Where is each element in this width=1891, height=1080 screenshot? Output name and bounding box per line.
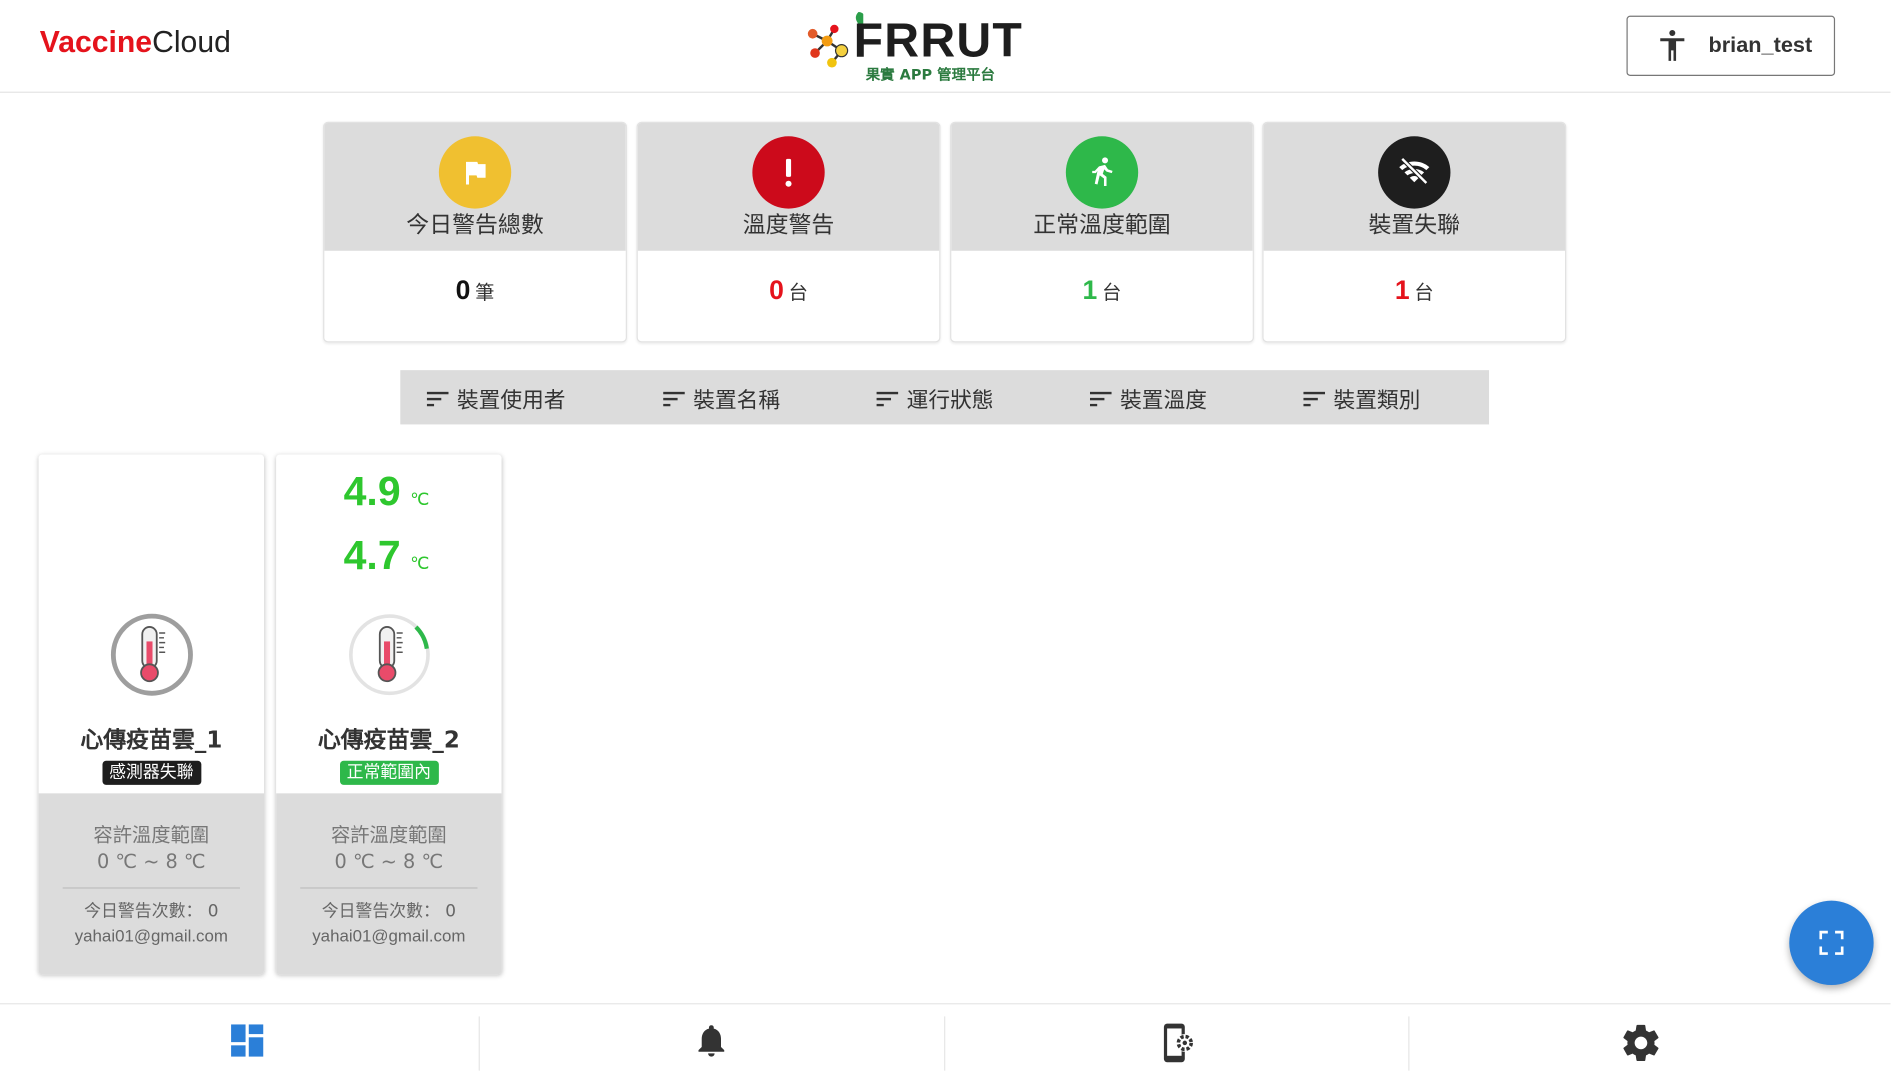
summary-number: 1 [1082,274,1098,306]
sort-icon [426,391,449,407]
sort-label: 裝置名稱 [693,388,781,414]
summary-title: 今日警告總數 [406,212,544,239]
summary-icon-circle [1378,136,1451,209]
frrut-logo: FRRUT 果實 APP 管理平台 [801,5,1023,87]
owner-email: yahai01@gmail.com [74,925,228,946]
user-name: brian_test [1708,32,1813,57]
gear-icon [1623,1024,1659,1062]
range-value: 0 ℃ ~ 8 ℃ [97,850,206,873]
device-name: 心傳疫苗雲_1 [80,727,223,754]
thermometer-icon [349,614,430,696]
summary-title: 裝置失聯 [1368,212,1461,239]
summary-unit: 台 [1102,280,1122,304]
summary-card-total-alerts[interactable]: 今日警告總數 0筆 [323,121,627,343]
range-value: 0 ℃ ~ 8 ℃ [334,850,444,873]
device-card[interactable]: 心傳疫苗雲_1 感測器失聯 容許溫度範圍 0 ℃ ~ 8 ℃ 今日警告次數： 0… [38,454,265,975]
summary-number: 0 [455,274,471,306]
fullscreen-icon [1819,930,1844,955]
summary-icon-circle [1065,136,1139,209]
exclamation-icon [785,158,792,187]
app-brand[interactable]: VaccineCloud [40,25,231,60]
bottom-nav [0,1003,1891,1080]
summary-title: 溫度警告 [742,212,835,239]
summary-card-normal-range[interactable]: 正常溫度範圍 1台 [950,121,1254,343]
summary-value: 0台 [638,275,939,306]
summary-number: 1 [1394,274,1410,306]
nav-dashboard[interactable] [14,1004,479,1080]
summary-card-header: 裝置失聯 [1263,122,1565,251]
status-badge: 感測器失聯 [101,760,201,785]
sort-icon [1303,391,1326,407]
summary-title: 正常溫度範圍 [1033,212,1171,239]
owner-email: yahai01@gmail.com [312,925,466,946]
user-account-button[interactable]: brian_test [1626,15,1836,76]
status-badge: 正常範圍內 [339,760,439,785]
running-person-icon [1092,157,1113,186]
device-name: 心傳疫苗雲_2 [317,727,460,754]
range-label: 容許溫度範圍 [330,823,447,847]
summary-icon-circle [438,136,512,209]
temperature-reading-1: 4.9 ℃ [343,469,430,515]
app-header: VaccineCloud FRRUT 果實 APP 管理平台 brian_tes… [0,0,1891,93]
sort-icon [1089,391,1112,407]
logo-subtitle: 果實 APP 管理平台 [865,66,995,84]
summary-card-temp-alerts[interactable]: 溫度警告 0台 [636,121,941,343]
logo-title: FRRUT [853,14,1024,68]
dashboard-icon [231,1024,264,1057]
alert-count: 今日警告次數： 0 [321,901,456,922]
sort-label: 運行狀態 [906,388,994,414]
summary-number: 0 [769,274,784,306]
device-card[interactable]: 4.9 ℃ 4.7 ℃ 心傳疫苗雲_2 正常範圍內 容許溫度範圍 0 ℃ ~ 8 ℃… [276,454,502,975]
summary-value: 1台 [951,275,1252,306]
fullscreen-button[interactable] [1789,900,1874,986]
summary-value: 0筆 [324,275,625,306]
divider [62,887,240,889]
sort-label: 裝置類別 [1333,388,1421,414]
alert-count: 今日警告次數： 0 [84,901,219,922]
sort-label: 裝置溫度 [1120,388,1207,414]
brand-vaccine: Vaccine [39,25,153,60]
summary-unit: 台 [788,280,808,304]
summary-value: 1台 [1264,275,1565,306]
summary-unit: 台 [1414,280,1434,304]
thermometer-icon [110,613,193,696]
range-label: 容許溫度範圍 [93,823,210,847]
sort-label: 裝置使用者 [456,388,566,414]
sort-bar: 裝置使用者 裝置名稱 運行狀態 裝置溫度 裝置類別 [400,370,1490,425]
wifi-off-icon [1399,157,1430,185]
device-settings-icon [1163,1023,1194,1063]
summary-icon-circle [752,136,825,209]
flag-icon [466,160,486,185]
temperature-reading-2: 4.7 ℃ [343,532,430,579]
nav-alerts[interactable] [480,1004,945,1080]
divider [300,887,478,889]
device-card-footer: 容許溫度範圍 0 ℃ ~ 8 ℃ 今日警告次數： 0 yahai01@gmail… [38,793,265,975]
summary-card-header: 今日警告總數 [324,122,626,251]
summary-card-disconnected[interactable]: 裝置失聯 1台 [1262,121,1567,343]
bell-icon [698,1025,725,1057]
sort-icon [876,391,899,407]
device-card-footer: 容許溫度範圍 0 ℃ ~ 8 ℃ 今日警告次數： 0 yahai01@gmail… [276,793,502,975]
brand-cloud: Cloud [152,25,231,60]
summary-unit: 筆 [475,280,495,304]
summary-card-header: 溫度警告 [637,122,940,251]
nav-settings[interactable] [1409,1004,1874,1080]
accessibility-person-icon [1660,29,1685,61]
temperature-reading-2 [106,533,116,580]
nav-device-settings[interactable] [945,1004,1410,1080]
summary-card-header: 正常溫度範圍 [951,122,1253,251]
temperature-reading-1 [106,469,116,516]
sort-icon [663,391,685,407]
